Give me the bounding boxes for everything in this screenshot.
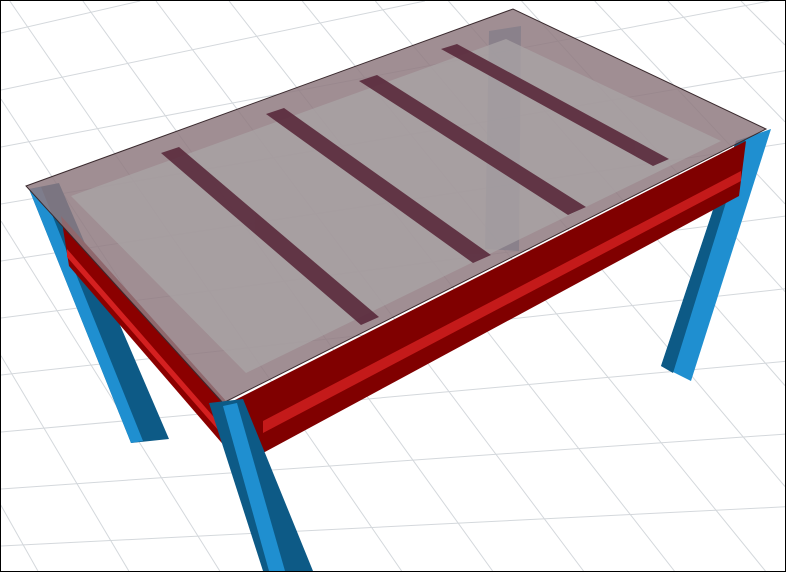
grid-line	[1, 1, 141, 34]
grid-line	[1, 505, 39, 571]
grid-line	[740, 1, 785, 46]
model-canvas[interactable]	[1, 1, 785, 571]
3d-model-viewport[interactable]	[0, 0, 786, 572]
grid-line	[1, 433, 785, 490]
grid-line	[1, 506, 785, 547]
